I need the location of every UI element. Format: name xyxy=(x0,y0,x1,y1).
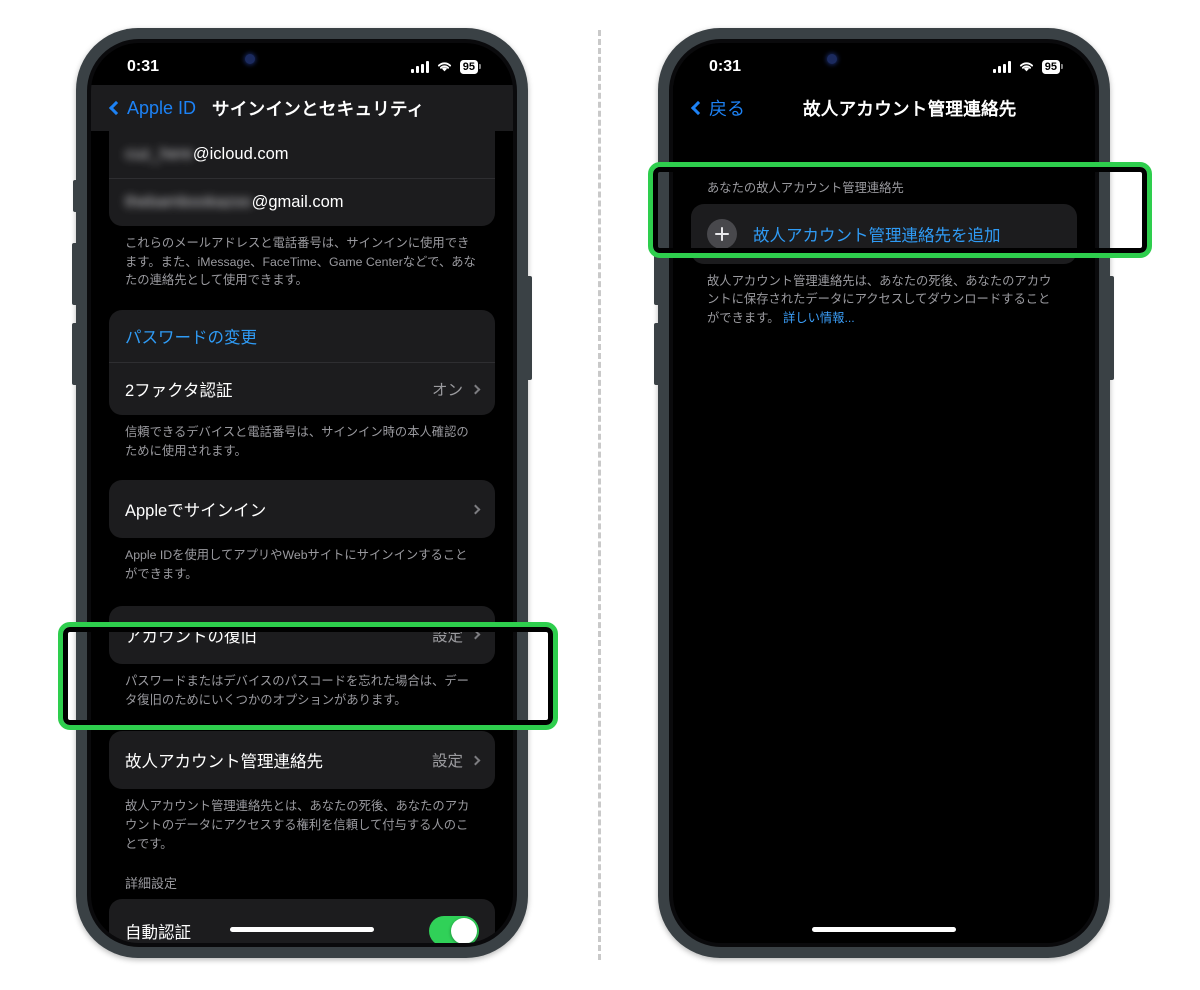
page-title: 故人アカウント管理連絡先 xyxy=(803,98,1017,119)
battery-percent: 95 xyxy=(459,59,478,75)
password-security-card: パスワードの変更 2ファクタ認証 オン xyxy=(109,310,495,416)
power-button[interactable] xyxy=(1109,276,1114,380)
legacy-contact-description: 故人アカウント管理連絡先は、あなたの死後、あなたのアカウントに保存されたデータに… xyxy=(691,264,1077,328)
left-phone-bezel: 0:31 95 Apple ID サインインとセキュリティ cuz_here@i… xyxy=(87,39,517,947)
volume-up-button[interactable] xyxy=(654,243,659,305)
right-nav-bar: 戻る 故人アカウント管理連絡先 xyxy=(673,85,1095,131)
chevron-right-icon xyxy=(470,504,481,515)
left-scroll-content[interactable]: cuz_here@icloud.com thebambookazoo@gmail… xyxy=(91,131,513,943)
legacy-contact-value: 設定 xyxy=(431,753,463,771)
chevron-right-icon xyxy=(470,384,481,395)
email-row-icloud[interactable]: cuz_here@icloud.com xyxy=(109,131,495,178)
page-title: サインインとセキュリティ xyxy=(212,98,425,119)
advanced-section-label: 詳細設定 xyxy=(125,876,178,892)
your-legacy-contacts-header: あなたの故人アカウント管理連絡先 xyxy=(707,181,904,195)
email-row-gmail[interactable]: thebambookazoo@gmail.com xyxy=(109,178,495,226)
legacy-contact-card: 故人アカウント管理連絡先 設定 xyxy=(109,731,495,790)
battery-tip-icon xyxy=(1061,64,1063,70)
chevron-left-icon xyxy=(108,100,124,116)
back-button-label: 戻る xyxy=(709,99,745,119)
comparison-divider xyxy=(598,30,601,960)
add-legacy-contact-row[interactable]: 故人アカウント管理連絡先を追加 xyxy=(691,204,1077,264)
legacy-contact-description: 故人アカウント管理連絡先とは、あなたの死後、あなたのアカウントのデータにアクセス… xyxy=(125,799,470,851)
two-factor-auth-row[interactable]: 2ファクタ認証 オン xyxy=(109,362,495,415)
left-phone-device: 0:31 95 Apple ID サインインとセキュリティ cuz_here@i… xyxy=(72,28,532,958)
two-factor-description: 信頼できるデバイスと電話番号は、サインイン時の本人確認のために使用されます。 xyxy=(125,425,469,458)
account-recovery-card: アカウントの復旧 設定 xyxy=(109,605,495,664)
chevron-right-icon xyxy=(470,755,481,766)
back-button-apple-id[interactable]: Apple ID xyxy=(108,97,197,119)
add-legacy-contact-card: 故人アカウント管理連絡先を追加 xyxy=(691,203,1077,264)
account-recovery-label: アカウントの復旧 xyxy=(125,627,257,646)
legacy-contact-row[interactable]: 故人アカウント管理連絡先 設定 xyxy=(109,731,495,789)
volume-down-button[interactable] xyxy=(72,323,77,385)
right-scroll-content[interactable]: あなたの故人アカウント管理連絡先 故人アカウント管理連絡先を追加 故人アカウント… xyxy=(673,131,1095,943)
status-bar: 0:31 95 xyxy=(673,43,1095,85)
sign-in-with-apple-description: Apple IDを使用してアプリやWebサイトにサインインすることができます。 xyxy=(125,548,468,582)
volume-down-button[interactable] xyxy=(654,323,659,385)
two-factor-value: オン xyxy=(431,382,463,400)
change-password-row[interactable]: パスワードの変更 xyxy=(109,310,495,362)
battery-percent: 95 xyxy=(1041,59,1060,75)
mute-switch[interactable] xyxy=(73,180,77,212)
power-button[interactable] xyxy=(527,276,532,380)
home-indicator[interactable] xyxy=(230,927,374,932)
email-redacted-prefix: thebambookazoo xyxy=(125,193,252,211)
cellular-bars-icon xyxy=(992,60,1011,73)
email-list-card: cuz_here@icloud.com thebambookazoo@gmail… xyxy=(109,131,495,226)
status-bar: 0:31 95 xyxy=(91,43,513,85)
email-redacted-prefix: cuz_here xyxy=(125,145,193,163)
right-phone-device: 0:31 95 戻る 故人アカウント管理連絡先 あなたの故人アカウント管理連絡先… xyxy=(654,28,1114,958)
email-description: これらのメールアドレスと電話番号は、サインインに使用できます。また、iMessa… xyxy=(125,236,476,288)
account-recovery-value: 設定 xyxy=(431,627,463,645)
status-time: 0:31 xyxy=(127,58,160,75)
toggle-knob xyxy=(451,918,477,943)
volume-up-button[interactable] xyxy=(72,243,77,305)
chevron-left-icon xyxy=(690,100,706,116)
email-domain: @gmail.com xyxy=(251,193,344,211)
wifi-icon xyxy=(437,62,451,72)
battery-tip-icon xyxy=(479,64,481,70)
auto-verify-card: 自動認証 xyxy=(109,899,495,943)
chevron-right-icon xyxy=(470,629,481,640)
legacy-contact-desc-text: 故人アカウント管理連絡先は、あなたの死後、あなたのアカウントに保存されたデータに… xyxy=(707,273,1052,326)
right-phone-bezel: 0:31 95 戻る 故人アカウント管理連絡先 あなたの故人アカウント管理連絡先… xyxy=(669,39,1099,947)
screenshot-stage: 0:31 95 Apple ID サインインとセキュリティ cuz_here@i… xyxy=(0,0,1200,990)
sign-in-with-apple-row[interactable]: Appleでサインイン xyxy=(109,480,495,538)
email-domain: @icloud.com xyxy=(192,145,289,163)
change-password-label: パスワードの変更 xyxy=(125,329,257,348)
home-indicator[interactable] xyxy=(812,927,956,932)
add-legacy-contact-label: 故人アカウント管理連絡先を追加 xyxy=(753,226,1001,245)
wifi-icon xyxy=(1019,62,1033,72)
back-button[interactable]: 戻る xyxy=(690,95,745,121)
left-nav-bar: Apple ID サインインとセキュリティ xyxy=(91,85,513,131)
two-factor-label: 2ファクタ認証 xyxy=(125,382,233,401)
left-phone-screen: 0:31 95 Apple ID サインインとセキュリティ cuz_here@i… xyxy=(91,43,513,943)
sign-in-with-apple-label: Appleでサインイン xyxy=(125,502,267,521)
account-recovery-description: パスワードまたはデバイスのパスコードを忘れた場合は、データ復旧のためにいくつかの… xyxy=(125,673,469,707)
auto-verify-row[interactable]: 自動認証 xyxy=(109,899,495,943)
plus-circle-icon xyxy=(707,218,737,249)
legacy-contact-label: 故人アカウント管理連絡先 xyxy=(125,753,323,772)
cellular-bars-icon xyxy=(410,60,429,73)
back-button-label: Apple ID xyxy=(127,97,197,118)
sign-in-with-apple-card: Appleでサインイン xyxy=(109,480,495,539)
account-recovery-row[interactable]: アカウントの復旧 設定 xyxy=(109,606,495,664)
auto-verify-toggle[interactable] xyxy=(429,916,479,943)
legacy-contact-learn-more-link[interactable]: 詳しい情報... xyxy=(783,311,855,325)
right-phone-screen: 0:31 95 戻る 故人アカウント管理連絡先 あなたの故人アカウント管理連絡先… xyxy=(673,43,1095,943)
mute-switch[interactable] xyxy=(655,180,659,212)
status-time: 0:31 xyxy=(709,58,742,75)
